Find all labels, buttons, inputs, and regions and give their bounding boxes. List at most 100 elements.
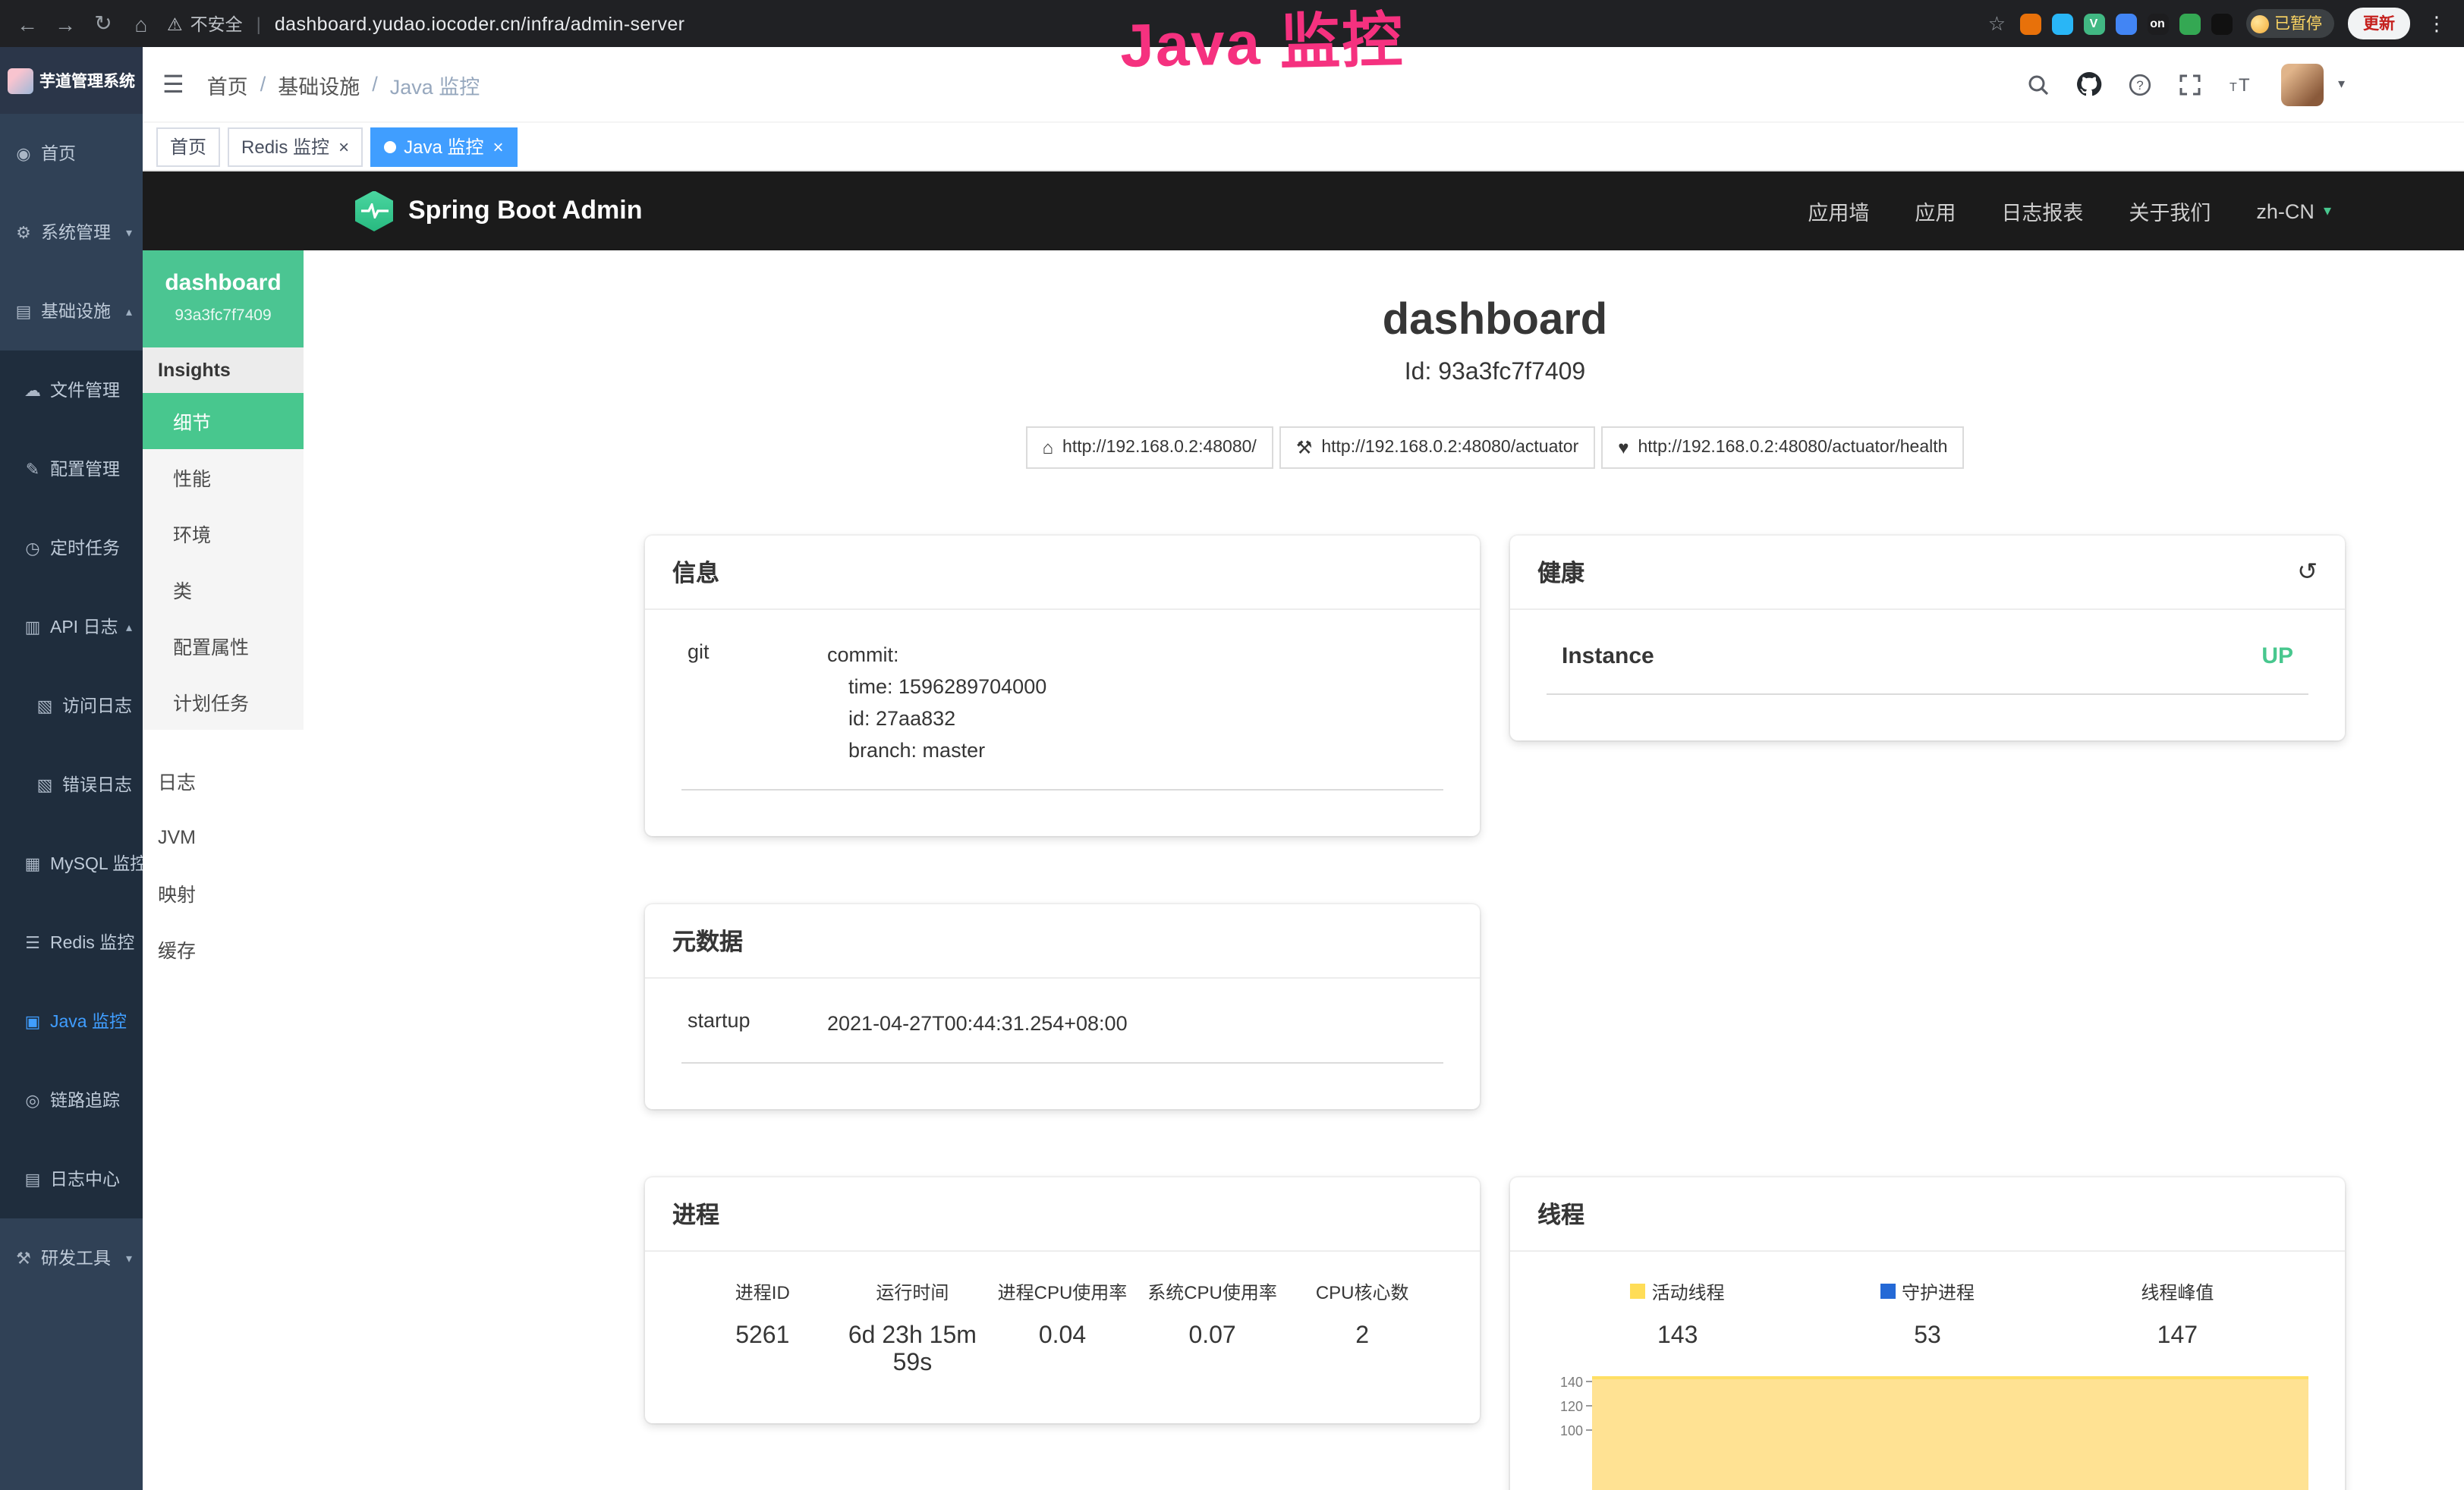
home-icon[interactable]: ⌂ (129, 11, 153, 36)
sba-nav-应用[interactable]: 应用 (1915, 196, 1956, 226)
switch-on-icon[interactable]: on (2147, 13, 2168, 34)
breadcrumb: 首页 / 基础设施 / Java 监控 (207, 69, 480, 99)
sidebar-item-file[interactable]: ☁文件管理 (0, 350, 143, 429)
metadata-row-value: 2021-04-27T00:44:31.254+08:00 (827, 1008, 1128, 1040)
sidebar-item-gear[interactable]: ⚙系统管理▾ (0, 193, 143, 272)
reload-icon[interactable]: ↻ (91, 11, 115, 36)
search-icon[interactable] (2027, 72, 2051, 96)
stat-value: 0.04 (987, 1322, 1138, 1350)
sba-menu-缓存[interactable]: 缓存 (143, 921, 304, 977)
sidebar-item-mysql[interactable]: ▦MySQL 监控 (0, 824, 143, 903)
endpoint-link[interactable]: ⌂http://192.168.0.2:48080/ (1026, 426, 1273, 469)
sidebar-item-infrastructure[interactable]: ▤基础设施▴ (0, 272, 143, 350)
history-icon[interactable]: ↺ (2297, 557, 2318, 587)
sba-nav-关于我们[interactable]: 关于我们 (2129, 196, 2211, 226)
browser-menu-icon[interactable]: ⋮ (2424, 11, 2450, 36)
hamburger-icon[interactable]: ☰ (155, 69, 192, 99)
sidebar-item-redis[interactable]: ☰Redis 监控 (0, 903, 143, 982)
sba-menu-配置属性[interactable]: 配置属性 (143, 618, 304, 674)
warning-icon: ⚠ (167, 13, 183, 34)
extension-leaf-icon[interactable] (2179, 13, 2200, 34)
tick-mark (1586, 1381, 1592, 1382)
chevron-up-icon: ▴ (126, 304, 132, 318)
sidebar-item-timer[interactable]: ◷定时任务 (0, 508, 143, 587)
fullscreen-icon[interactable] (2179, 72, 2203, 96)
sidebar-item-access-log[interactable]: ▧访问日志 (0, 666, 143, 745)
extension-orange-icon[interactable] (2019, 13, 2041, 34)
chevron-down-icon: ▾ (126, 1251, 132, 1265)
threads-stat: 活动线程143 (1553, 1278, 1802, 1350)
stat-label: 进程ID (735, 1278, 790, 1304)
tab-Java 监控[interactable]: Java 监控× (370, 127, 517, 166)
security-badge[interactable]: ⚠ 不安全 (167, 11, 243, 36)
tick-mark (1586, 1405, 1592, 1407)
user-avatar[interactable] (2282, 63, 2324, 105)
sba-nav-应用墙[interactable]: 应用墙 (1808, 196, 1869, 226)
info-line: branch: master (827, 736, 1046, 768)
sidebar-item-log-center[interactable]: ▤日志中心 (0, 1140, 143, 1218)
bookmark-star-icon[interactable]: ☆ (1988, 11, 2006, 36)
sba-nav-日志报表[interactable]: 日志报表 (2001, 196, 2083, 226)
app-sidebar-menu: ◉首页 ⚙ 系统管理 ▾ ▤基础设施▴☁文件管理✎配置管理◷定时任务▥API 日志▴▧访… (0, 114, 143, 1297)
sidebar-item-label: 错误日志 (62, 772, 132, 797)
sba-menu-日志[interactable]: 日志 (143, 753, 304, 809)
locale-select[interactable]: zh-CN▾ (2256, 200, 2331, 222)
github-extension-icon[interactable] (2211, 13, 2232, 34)
breadcrumb-infra[interactable]: 基础设施 (278, 69, 360, 99)
endpoint-link[interactable]: ♥http://192.168.0.2:48080/actuator/healt… (1601, 426, 1964, 469)
infrastructure-icon: ▤ (14, 301, 33, 321)
update-button[interactable]: 更新 (2348, 8, 2410, 39)
sidebar-item-tools[interactable]: ⚒研发工具▾ (0, 1218, 143, 1297)
sba-menu-JVM[interactable]: JVM (143, 809, 304, 865)
table-row: startup 2021-04-27T00:44:31.254+08:00 (681, 1005, 1443, 1063)
help-icon[interactable]: ? (2129, 72, 2153, 96)
tab-Redis 监控[interactable]: Redis 监控× (228, 127, 363, 166)
annotation-text: Java 监控 (1119, 0, 1405, 85)
font-size-icon[interactable]: TT (2229, 72, 2256, 96)
sidebar-item-label: 系统管理 (41, 220, 111, 244)
instance-header[interactable]: dashboard 93a3fc7f7409 (143, 250, 304, 347)
threads-stat: 线程峰值147 (2053, 1278, 2302, 1350)
app-sidebar: 芋道管理系统 ◉首页 ⚙ 系统管理 ▾ ▤基础设施▴☁文件管理✎配置管理◷定时任务▥AP… (0, 47, 143, 1490)
tab-label: 首页 (170, 134, 206, 159)
sba-menu-计划任务[interactable]: 计划任务 (143, 674, 304, 730)
sba-brand[interactable]: Spring Boot Admin (355, 190, 643, 231)
header-actions: ? TT ▾ (2027, 63, 2345, 105)
sidebar-item-error-log[interactable]: ▧ 错误日志 (0, 745, 143, 824)
forward-icon[interactable]: → (53, 11, 77, 36)
legend-label: 守护进程 (1902, 1278, 1975, 1304)
back-icon[interactable]: ← (15, 11, 39, 36)
sidebar-item-api-log[interactable]: ▥API 日志▴ (0, 587, 143, 666)
app-logo-image (8, 68, 33, 93)
endpoint-link[interactable]: ⚒http://192.168.0.2:48080/actuator (1279, 426, 1595, 469)
sba-menu-环境[interactable]: 环境 (143, 505, 304, 561)
sba-menu-类[interactable]: 类 (143, 561, 304, 618)
sba-menu-性能[interactable]: 性能 (143, 449, 304, 505)
address-bar[interactable]: dashboard.yudao.iocoder.cn/infra/admin-s… (275, 13, 685, 34)
breadcrumb-home[interactable]: 首页 (207, 69, 248, 99)
error-log-icon: ▧ (35, 775, 55, 794)
sba-menu-映射[interactable]: 映射 (143, 865, 304, 921)
app-logo[interactable]: 芋道管理系统 (0, 47, 143, 114)
close-icon[interactable]: × (492, 136, 503, 157)
sidebar-item-label: 研发工具 (41, 1246, 111, 1270)
tab-首页[interactable]: 首页 (156, 127, 220, 166)
metadata-card-title: 元数据 (672, 923, 743, 957)
stat-label: 线程峰值 (2141, 1278, 2214, 1304)
github-icon[interactable] (2077, 71, 2103, 97)
sba-menu-细节[interactable]: 细节 (143, 393, 304, 449)
profile-paused-badge[interactable]: 已暂停 (2245, 9, 2334, 38)
gear-icon: ⚙ (14, 222, 33, 242)
extension-grid-icon[interactable] (2115, 13, 2136, 34)
sidebar-item-trace[interactable]: ◎链路追踪 (0, 1061, 143, 1140)
chevron-down-icon[interactable]: ▾ (2338, 76, 2345, 93)
info-value: commit:time: 1596289704000id: 27aa832bra… (827, 640, 1046, 767)
extension-drop-icon[interactable] (2051, 13, 2072, 34)
close-icon[interactable]: × (338, 136, 349, 157)
stat-value: 5261 (688, 1322, 838, 1350)
vue-devtools-icon[interactable]: V (2083, 13, 2104, 34)
sidebar-item-config[interactable]: ✎配置管理 (0, 429, 143, 508)
sidebar-item-dashboard[interactable]: ◉首页 (0, 114, 143, 193)
info-line: id: 27aa832 (827, 704, 1046, 736)
sidebar-item-java[interactable]: ▣Java 监控 (0, 982, 143, 1061)
